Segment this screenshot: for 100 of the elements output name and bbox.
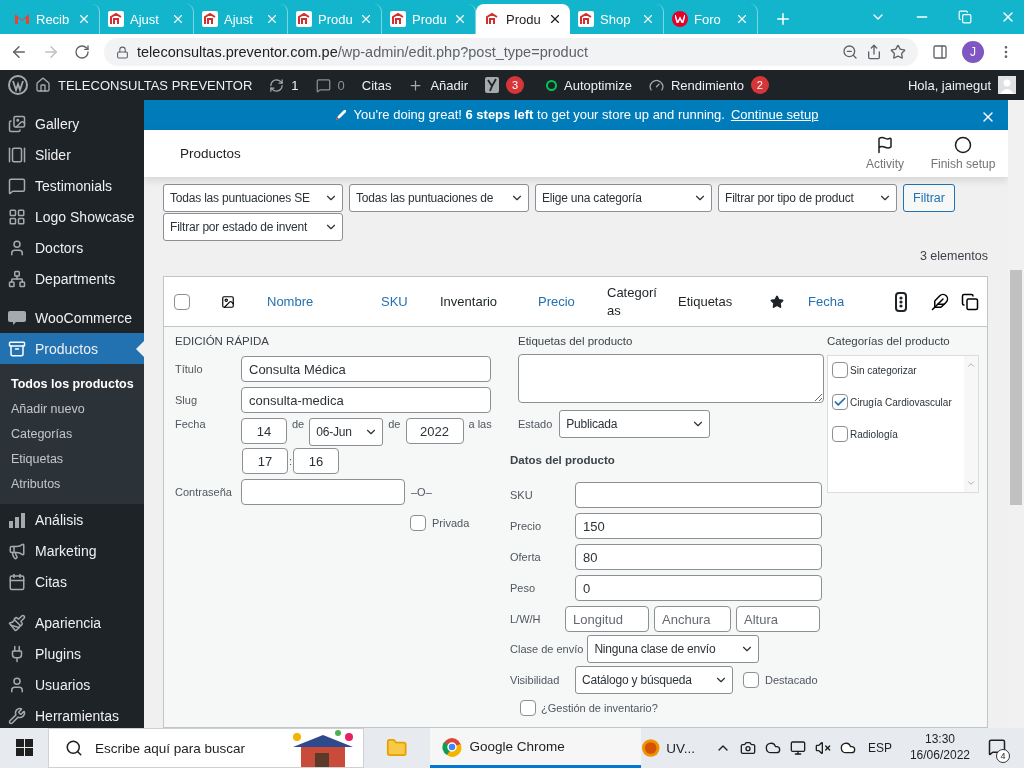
restore-icon[interactable] <box>958 10 972 24</box>
product-field-input[interactable]: 0 <box>575 575 822 601</box>
submenu-item[interactable]: Categorías <box>0 421 144 446</box>
sidebar-item[interactable]: Usuarios <box>0 669 144 700</box>
sidebar-item[interactable]: Doctors <box>0 232 144 263</box>
sidebar-item[interactable]: Plugins <box>0 638 144 669</box>
submenu-item[interactable]: Atributos <box>0 471 144 496</box>
home-icon <box>35 77 51 93</box>
select-all-checkbox[interactable] <box>174 293 190 310</box>
uv-app-icon[interactable] <box>640 738 661 758</box>
sidebar-item[interactable]: Logo Showcase <box>0 201 144 232</box>
shipping-dropdown[interactable]: Ninguna clase de envío <box>587 635 760 663</box>
filter-dropdown[interactable]: Todas las puntuaciones SE <box>163 184 343 212</box>
continue-setup-link[interactable]: Continue setup <box>730 107 819 123</box>
status-dropdown[interactable]: Publicada <box>559 410 711 438</box>
product-field-input[interactable] <box>575 482 822 508</box>
autoptimize-link[interactable]: Autoptimize <box>564 77 632 93</box>
cloud-icon[interactable] <box>839 740 856 756</box>
sidebar-item[interactable]: Testimonials <box>0 170 144 201</box>
minute-input[interactable]: 16 <box>293 448 340 474</box>
updates-count[interactable]: 1 <box>291 77 299 93</box>
submenu-item[interactable]: Todos los productos <box>0 371 144 396</box>
bookmark-star-icon[interactable] <box>890 44 906 60</box>
dimension-input[interactable]: Altura <box>736 606 820 632</box>
share-icon[interactable] <box>866 44 882 60</box>
camera-icon[interactable] <box>739 740 756 756</box>
sidebar-item[interactable]: WooCommerce <box>0 302 144 333</box>
sidebar-item[interactable]: Marketing <box>0 535 144 566</box>
column-header[interactable]: Nombre <box>267 292 314 311</box>
category-checkbox[interactable] <box>832 362 848 378</box>
comments-count[interactable]: 0 <box>337 77 345 93</box>
address-bar[interactable]: teleconsultas.preventor.com.pe/wp-admin/edit.php?post_type=product <box>104 38 918 66</box>
sidebar-item[interactable]: Análisis <box>0 504 144 535</box>
tags-textarea[interactable] <box>518 354 824 403</box>
dimension-input[interactable]: Anchura <box>654 606 731 632</box>
zoom-out-icon[interactable] <box>842 44 858 60</box>
month-dropdown[interactable]: 06-Jun <box>309 418 384 446</box>
filter-dropdown[interactable]: Elige una categoría <box>535 184 712 212</box>
title-input[interactable]: Consulta Médica <box>241 356 491 382</box>
tray-app-label[interactable]: UV... <box>666 740 695 756</box>
new-tab-icon[interactable] <box>774 10 792 28</box>
sidebar-item[interactable]: Herramientas <box>0 700 144 731</box>
header-action-button[interactable]: Activity <box>846 135 924 171</box>
site-logo-icon <box>296 11 312 27</box>
lock-icon[interactable] <box>116 45 129 59</box>
back-icon[interactable] <box>10 43 28 61</box>
column-header[interactable]: Precio <box>538 292 575 311</box>
sidebar-item[interactable]: Departments <box>0 263 144 294</box>
scroll-up-icon[interactable] <box>966 360 976 370</box>
inventory-checkbox[interactable] <box>520 700 536 716</box>
cloud-icon[interactable] <box>764 740 781 756</box>
sidebar-item[interactable]: Slider <box>0 139 144 170</box>
reload-icon[interactable] <box>74 44 90 60</box>
network-icon[interactable] <box>789 740 806 756</box>
private-checkbox[interactable] <box>410 515 426 531</box>
account-link[interactable]: Hola, jaimegut <box>907 77 991 93</box>
product-field-input[interactable]: 150 <box>575 513 822 539</box>
sidebar-item[interactable]: Citas <box>0 566 144 597</box>
site-name-link[interactable]: TELECONSULTAS PREVENTOR <box>58 77 253 93</box>
sidebar-item[interactable]: Productos <box>0 333 144 364</box>
visibility-dropdown[interactable]: Catálogo y búsqueda <box>575 666 733 694</box>
performance-link[interactable]: Rendimiento <box>670 77 744 93</box>
dimension-input[interactable]: Longitud <box>565 606 649 632</box>
side-panel-icon[interactable] <box>932 44 948 60</box>
taskbar-search-field[interactable]: Escribe aquí para buscar <box>48 728 365 768</box>
muted-speaker-icon[interactable] <box>814 740 831 756</box>
filter-dropdown[interactable]: Filtrar por tipo de product <box>718 184 897 212</box>
browser-tab[interactable]: Produ <box>476 4 570 34</box>
file-explorer-icon[interactable] <box>386 737 408 759</box>
sidebar-item[interactable]: Apariencia <box>0 607 144 638</box>
close-tab-icon[interactable] <box>548 12 562 26</box>
featured-checkbox[interactable] <box>743 672 759 688</box>
windows-logo-icon[interactable] <box>16 739 33 756</box>
seo-plugin-icon[interactable] <box>485 77 499 93</box>
column-header[interactable]: SKU <box>381 292 408 311</box>
wordpress-logo-icon[interactable] <box>8 75 28 95</box>
taskbar-clock[interactable]: 13:30 16/06/2022 <box>909 732 970 764</box>
year-input[interactable]: 2022 <box>405 418 464 444</box>
citas-link[interactable]: Citas <box>361 77 392 93</box>
product-field-input[interactable]: 80 <box>575 544 822 570</box>
filter-button[interactable]: Filtrar <box>903 184 955 212</box>
header-action-button[interactable]: Finish setup <box>924 135 1002 171</box>
password-input[interactable] <box>241 479 405 505</box>
taskbar-app-button[interactable]: Google Chrome <box>429 728 641 768</box>
filter-dropdown[interactable]: Todas las puntuaciones de <box>349 184 529 212</box>
slug-input[interactable]: consulta-medica <box>241 387 491 413</box>
scroll-down-icon[interactable] <box>966 478 976 488</box>
category-checkbox[interactable] <box>832 394 848 410</box>
filter-dropdown[interactable]: Filtrar por estado de invent <box>163 213 343 241</box>
submenu-item[interactable]: Etiquetas <box>0 446 144 471</box>
category-checkbox[interactable] <box>832 426 848 442</box>
forward-icon[interactable] <box>42 43 60 61</box>
profile-avatar[interactable]: J <box>962 41 984 63</box>
column-header[interactable]: Fecha <box>808 292 845 311</box>
language-indicator[interactable]: ESP <box>867 741 892 755</box>
submenu-item[interactable]: Añadir nuevo <box>0 396 144 421</box>
hour-input[interactable]: 17 <box>242 448 288 474</box>
add-new-link[interactable]: Añadir <box>430 77 468 93</box>
day-input[interactable]: 14 <box>241 418 287 444</box>
sidebar-item[interactable]: Gallery <box>0 108 144 139</box>
